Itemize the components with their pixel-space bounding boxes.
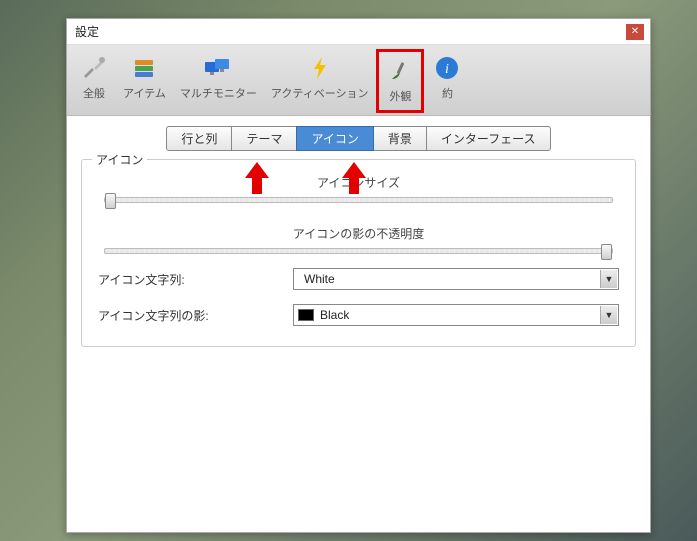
window-title: 設定 xyxy=(75,23,99,40)
toolbar-items[interactable]: アイテム xyxy=(117,49,172,113)
color-swatch xyxy=(298,309,314,321)
toolbar-label: 約 xyxy=(442,85,453,101)
tab-rows-cols[interactable]: 行と列 xyxy=(166,126,232,151)
toolbar-label: アイテム xyxy=(123,85,166,101)
close-button[interactable]: ✕ xyxy=(626,24,644,40)
toolbar-label: アクティベーション xyxy=(271,85,369,101)
icon-text-row: アイコン文字列: White ▼ xyxy=(98,268,619,290)
tab-theme[interactable]: テーマ xyxy=(231,126,297,151)
icon-shadow-dropdown[interactable]: Black ▼ xyxy=(293,304,619,326)
brush-icon xyxy=(385,56,415,86)
shadow-opacity-group: アイコンの影の不透明度 xyxy=(98,225,619,254)
icon-shadow-label: アイコン文字列の影: xyxy=(98,307,293,324)
titlebar: 設定 ✕ xyxy=(67,19,650,45)
settings-window: 設定 ✕ 全般 アイテム マルチモニター アクティベ xyxy=(66,18,651,533)
stack-icon xyxy=(129,53,159,83)
icon-size-slider[interactable] xyxy=(104,197,613,203)
chevron-down-icon: ▼ xyxy=(600,270,617,288)
shadow-opacity-slider[interactable] xyxy=(104,248,613,254)
tab-background[interactable]: 背景 xyxy=(373,126,427,151)
icon-text-dropdown[interactable]: White ▼ xyxy=(293,268,619,290)
chevron-down-icon: ▼ xyxy=(600,306,617,324)
close-icon: ✕ xyxy=(631,26,639,37)
dropdown-value: White xyxy=(298,272,600,286)
toolbar-label: 全般 xyxy=(83,85,105,101)
toolbar-label: マルチモニター xyxy=(180,85,257,101)
svg-text:i: i xyxy=(446,62,450,77)
slider-thumb[interactable] xyxy=(601,244,612,260)
shadow-opacity-label: アイコンの影の不透明度 xyxy=(98,225,619,242)
toolbar-multimonitor[interactable]: マルチモニター xyxy=(174,49,263,113)
bolt-icon xyxy=(305,53,335,83)
icon-shadow-row: アイコン文字列の影: Black ▼ xyxy=(98,304,619,326)
slider-thumb[interactable] xyxy=(105,193,116,209)
toolbar-label: 外観 xyxy=(389,88,411,104)
info-icon: i xyxy=(432,53,462,83)
toolbar-about[interactable]: i 約 xyxy=(426,49,468,113)
icon-text-label: アイコン文字列: xyxy=(98,271,293,288)
fieldset-legend: アイコン xyxy=(92,151,147,168)
toolbar-general[interactable]: 全般 xyxy=(73,49,115,113)
tools-icon xyxy=(79,53,109,83)
subtabs: 行と列 テーマ アイコン 背景 インターフェース xyxy=(67,116,650,151)
main-toolbar: 全般 アイテム マルチモニター アクティベーション 外観 xyxy=(67,45,650,116)
tab-interface[interactable]: インターフェース xyxy=(426,126,551,151)
tab-icon[interactable]: アイコン xyxy=(296,126,373,151)
dropdown-value: Black xyxy=(320,308,600,322)
toolbar-activation[interactable]: アクティベーション xyxy=(265,49,375,113)
toolbar-appearance[interactable]: 外観 xyxy=(376,49,424,113)
monitors-icon xyxy=(203,53,233,83)
